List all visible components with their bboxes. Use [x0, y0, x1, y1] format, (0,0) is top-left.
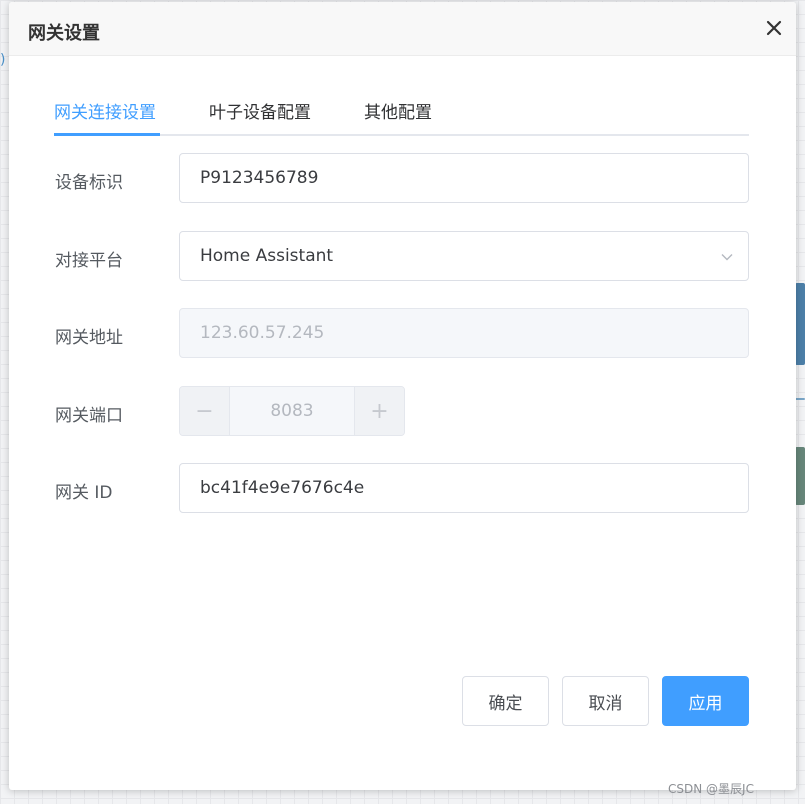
background-text-fragment: ): [0, 52, 6, 68]
gateway-id-value: bc41f4e9e7676c4e: [200, 478, 365, 498]
chevron-down-icon: [721, 254, 733, 261]
device-id-label: 设备标识: [55, 173, 123, 193]
port-increment-button: +: [354, 387, 404, 435]
gateway-port-value: 8083: [270, 401, 314, 421]
gateway-id-label: 网关 ID: [55, 483, 113, 503]
background-panel-block: [795, 283, 805, 365]
background-panel-block: [795, 447, 805, 505]
gateway-port-label: 网关端口: [55, 406, 123, 426]
close-button[interactable]: [764, 18, 784, 38]
close-icon: [766, 20, 782, 36]
port-decrement-button: −: [180, 387, 230, 435]
apply-button[interactable]: 应用: [662, 676, 749, 726]
watermark: CSDN @墨辰JC: [668, 782, 754, 796]
tab-gateway-connection[interactable]: 网关连接设置: [54, 98, 156, 136]
gateway-settings-dialog: 网关设置 网关连接设置 叶子设备配置 其他配置 设备标识 P9123456789…: [9, 2, 796, 790]
platform-select[interactable]: Home Assistant: [179, 231, 749, 281]
device-id-input[interactable]: P9123456789: [179, 153, 749, 203]
gateway-address-input: 123.60.57.245: [179, 308, 749, 358]
settings-tabs: 网关连接设置 叶子设备配置 其他配置: [54, 98, 749, 136]
gateway-port-stepper: − 8083 +: [179, 386, 405, 436]
active-tab-indicator: [54, 133, 160, 136]
platform-label: 对接平台: [55, 251, 123, 271]
platform-selected-value: Home Assistant: [200, 246, 334, 266]
cancel-button[interactable]: 取消: [562, 676, 649, 726]
gateway-address-value: 123.60.57.245: [200, 323, 325, 343]
dialog-title: 网关设置: [28, 23, 100, 44]
gateway-address-label: 网关地址: [55, 328, 123, 348]
background-line: [795, 398, 805, 400]
gateway-id-input[interactable]: bc41f4e9e7676c4e: [179, 463, 749, 513]
device-id-value: P9123456789: [200, 168, 319, 188]
confirm-button[interactable]: 确定: [462, 676, 549, 726]
dialog-header: 网关设置: [9, 2, 796, 56]
tab-leaf-device-config[interactable]: 叶子设备配置: [209, 98, 311, 136]
tab-other-config[interactable]: 其他配置: [364, 98, 432, 136]
